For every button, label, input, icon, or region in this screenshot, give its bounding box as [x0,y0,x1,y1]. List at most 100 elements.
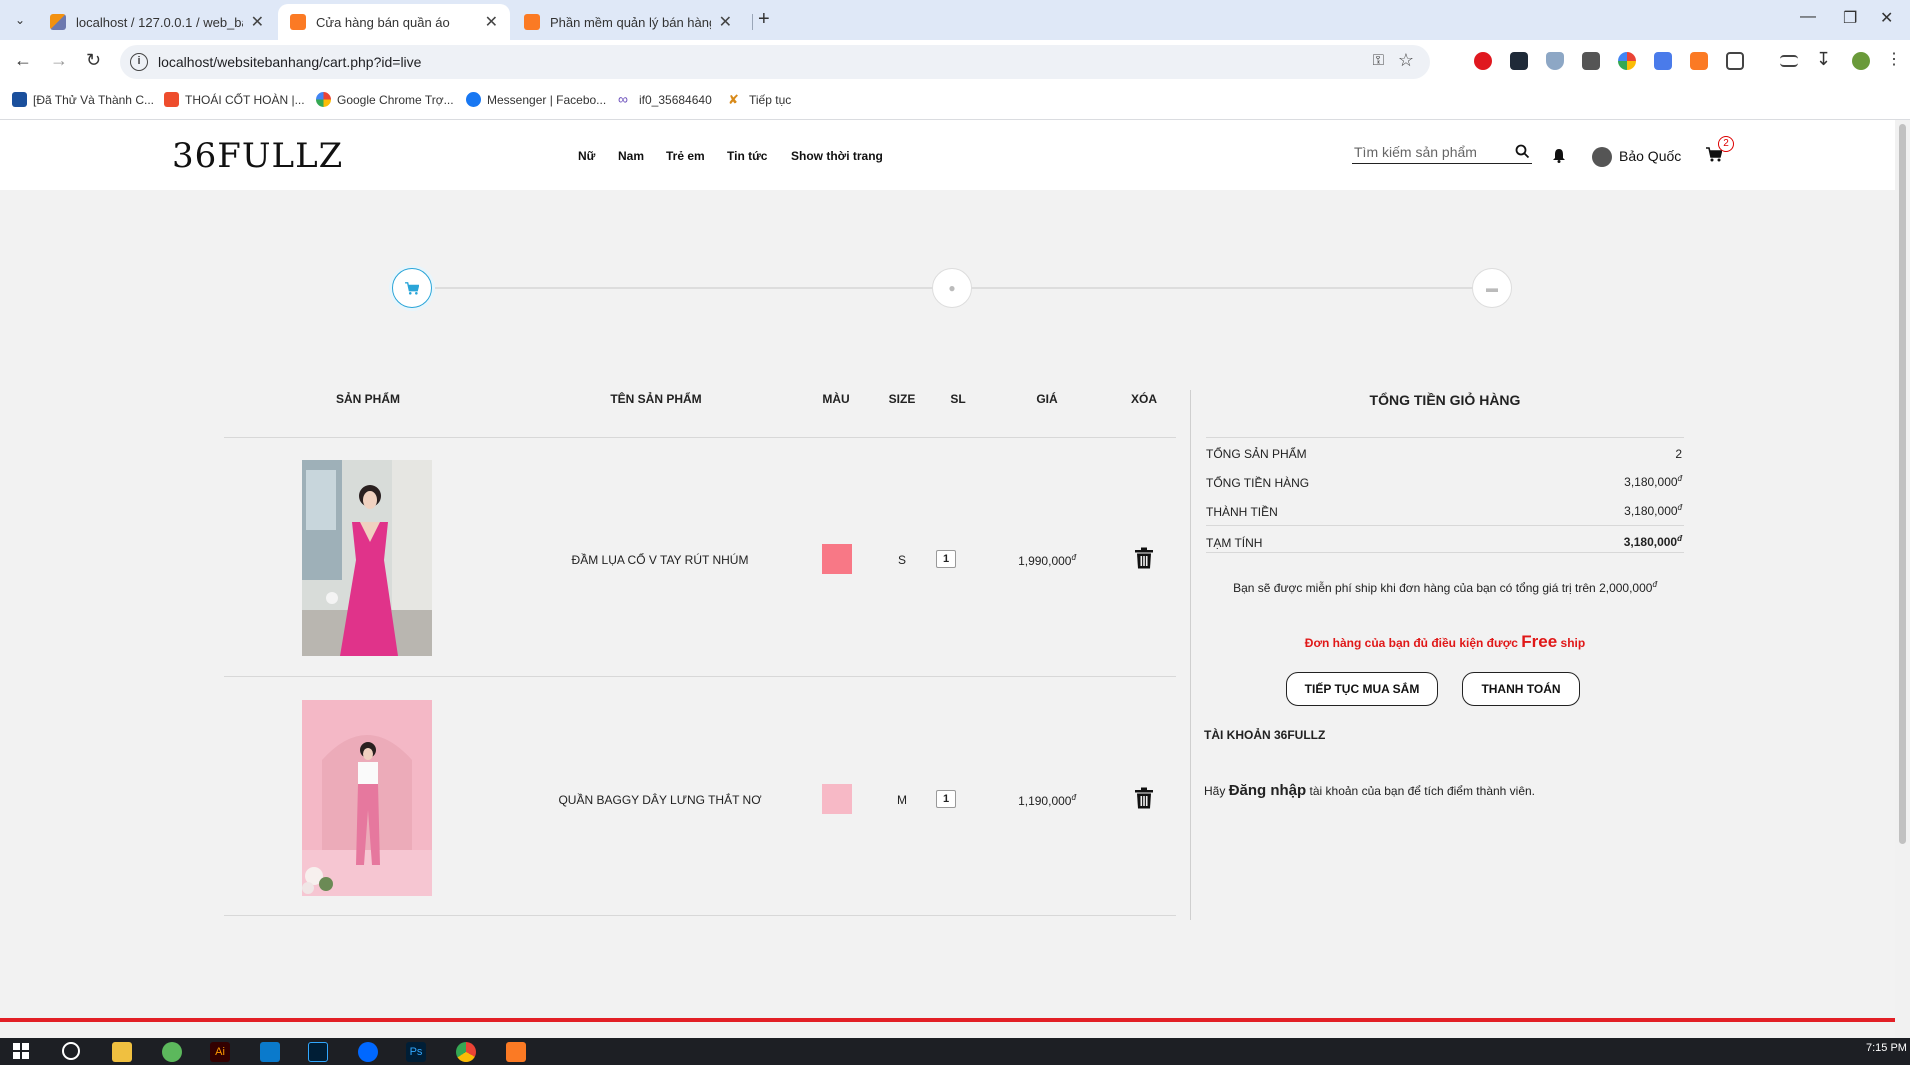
vscode-icon[interactable] [260,1042,280,1062]
summary-divider-line [1206,552,1684,553]
continue-shopping-button[interactable]: TIẾP TỤC MUA SẮM [1286,672,1438,706]
col-header-color: MÀU [822,392,850,406]
quantity-input[interactable]: 1 [936,550,956,568]
password-key-icon[interactable]: ⚿ [1373,52,1384,69]
account-title: TÀI KHOẢN 36FULLZ [1204,728,1326,742]
currency-symbol: đ [1071,553,1076,562]
media-queue-icon[interactable] [1780,55,1798,67]
menu-item-women[interactable]: Nữ [578,149,595,163]
search-icon[interactable] [62,1042,80,1060]
search-icon[interactable] [1515,144,1530,159]
progress-line [412,287,950,289]
reload-icon[interactable]: ↻ [86,50,101,71]
goods-total-value: 3,180,000đ [1624,474,1682,489]
new-tab-plus-icon[interactable]: + [758,8,770,31]
bookmark-item[interactable]: Messenger | Facebo... [466,92,606,107]
amount: 3,180,000 [1623,535,1678,549]
extensions-puzzle-icon[interactable] [1726,52,1744,70]
total-products-value: 2 [1675,447,1682,461]
lightroom-icon[interactable] [308,1042,328,1062]
bookmark-item[interactable]: THOÁI CỐT HOÀN |... [164,92,305,107]
bookmark-item[interactable]: ∞ if0_35684640 [618,92,712,107]
translate-extension-icon[interactable] [1654,52,1672,70]
chrome-icon[interactable] [456,1042,476,1062]
avatar[interactable] [1592,147,1612,167]
scrollbar-thumb[interactable] [1899,124,1906,844]
free-ship-word: Free [1521,632,1558,651]
col-header-size: SIZE [888,392,916,406]
close-tab-icon[interactable]: ✕ [251,12,264,32]
close-window-icon[interactable]: ✕ [1880,8,1893,28]
tab-phpmyadmin[interactable]: localhost / 127.0.0.1 / web_ban ✕ [38,4,276,40]
tab-title: Phần mềm quản lý bán hàng [550,14,711,30]
file-explorer-icon[interactable] [112,1042,132,1062]
bookmark-item[interactable]: Google Chrome Trợ... [316,92,454,107]
user-name[interactable]: Bảo Quốc [1619,148,1681,164]
product-price: 1,990,000đ [992,553,1102,568]
final-value: 3,180,000đ [1624,503,1682,518]
extension-icon[interactable] [1582,52,1600,70]
search-input[interactable]: Tìm kiếm sản phẩm [1352,142,1532,164]
bookmark-item[interactable]: ✘ Tiếp tục [728,92,791,107]
browser-tab-bar: ⌄ localhost / 127.0.0.1 / web_ban ✕ Cửa … [0,0,1910,40]
tab-store-active[interactable]: Cửa hàng bán quần áo ✕ [278,4,510,40]
windows-start-icon[interactable] [12,1042,32,1062]
url-text[interactable]: localhost/websitebanhang/cart.php?id=liv… [158,54,421,70]
close-tab-icon[interactable]: ✕ [485,12,498,32]
extension-icon[interactable] [1510,52,1528,70]
free-ship-pre: Đơn hàng của bạn đủ điều kiện được [1304,636,1518,650]
illustrator-icon[interactable]: Ai [210,1042,230,1062]
tab-search-chevron-icon[interactable]: ⌄ [8,8,32,32]
menu-item-kids[interactable]: Trẻ em [666,149,705,163]
total-products-label: TỔNG SẢN PHẨM [1206,447,1307,461]
xampp-icon[interactable] [506,1042,526,1062]
site-logo[interactable]: 36FULLZ [172,136,343,176]
tab-sales-software[interactable]: Phần mềm quản lý bán hàng ✕ [512,4,744,40]
restore-icon[interactable]: ❐ [1843,8,1857,28]
bell-icon[interactable] [1552,148,1566,163]
zalo-icon[interactable] [358,1042,378,1062]
trash-icon[interactable] [1134,787,1154,809]
tab-title: localhost / 127.0.0.1 / web_ban [76,14,243,30]
bookmark-star-icon[interactable]: ☆ [1398,50,1414,71]
bookmark-item[interactable]: [Đã Thử Và Thành C... [12,92,154,107]
address-bar[interactable]: i localhost/websitebanhang/cart.php?id=l… [120,45,1430,79]
step-cart [392,268,432,308]
map-pin-icon: ● [948,281,956,295]
shield-extension-icon[interactable] [1546,52,1564,70]
colorful-extension-icon[interactable] [1618,52,1636,70]
photoshop-icon[interactable]: Ps [406,1042,426,1062]
clock[interactable]: 7:15 PM [1866,1042,1907,1054]
facebook-icon [466,92,481,107]
browser-menu-icon[interactable]: ⋮ [1886,49,1902,69]
shopee-icon [164,92,179,107]
amount: 3,180,000 [1624,504,1678,518]
trash-icon[interactable] [1134,547,1154,569]
product-name[interactable]: ĐẦM LỤA CỔ V TAY RÚT NHÚM [510,553,810,567]
menu-item-news[interactable]: Tin tức [727,149,767,163]
forward-arrow-icon[interactable]: → [50,50,68,71]
close-tab-icon[interactable]: ✕ [719,12,732,32]
final-label: THÀNH TIỀN [1206,505,1278,519]
product-image[interactable] [302,460,432,656]
product-size: S [897,553,906,567]
app-icon[interactable] [162,1042,182,1062]
menu-item-men[interactable]: Nam [618,149,644,163]
summary-divider-line [1206,525,1684,526]
goods-total-label: TỔNG TIỀN HÀNG [1206,476,1310,490]
download-icon[interactable]: ↧ [1816,49,1831,70]
quantity-input[interactable]: 1 [936,790,956,808]
product-size: M [897,793,907,807]
login-link[interactable]: Đăng nhập [1229,782,1307,799]
checkout-button[interactable]: THANH TOÁN [1462,672,1580,706]
opera-extension-icon[interactable] [1474,52,1492,70]
xampp-extension-icon[interactable] [1690,52,1708,70]
back-arrow-icon[interactable]: ← [14,50,32,71]
menu-item-fashion-show[interactable]: Show thời trang [791,149,883,163]
product-image[interactable] [302,700,432,896]
product-name[interactable]: QUẦN BAGGY DÂY LƯNG THẮT NƠ [510,793,810,807]
minimize-icon[interactable]: — [1800,8,1816,26]
profile-avatar-icon[interactable] [1852,52,1870,70]
summary-divider-line [1206,437,1684,438]
site-info-icon[interactable]: i [130,53,148,71]
